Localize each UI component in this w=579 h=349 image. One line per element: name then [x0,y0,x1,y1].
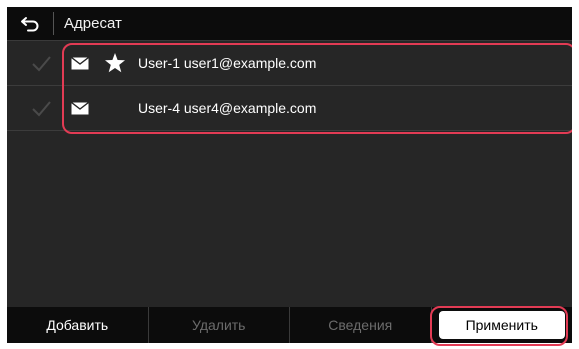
add-button[interactable]: Добавить [7,307,149,343]
checkmark-icon [32,56,51,72]
title-bar: Адресат [7,7,572,41]
title-divider [53,12,54,35]
apply-highlight-frame [430,306,568,346]
page-title: Адресат [64,15,122,32]
checkmark-icon [32,101,51,117]
device-screen: Адресат User-1 user1@example.com User-4 … [7,7,572,343]
back-button[interactable] [7,7,53,40]
recipient-highlight-frame [62,43,572,134]
back-arrow-icon [21,16,39,31]
delete-button[interactable]: Удалить [149,307,290,343]
details-button[interactable]: Сведения [290,307,432,343]
